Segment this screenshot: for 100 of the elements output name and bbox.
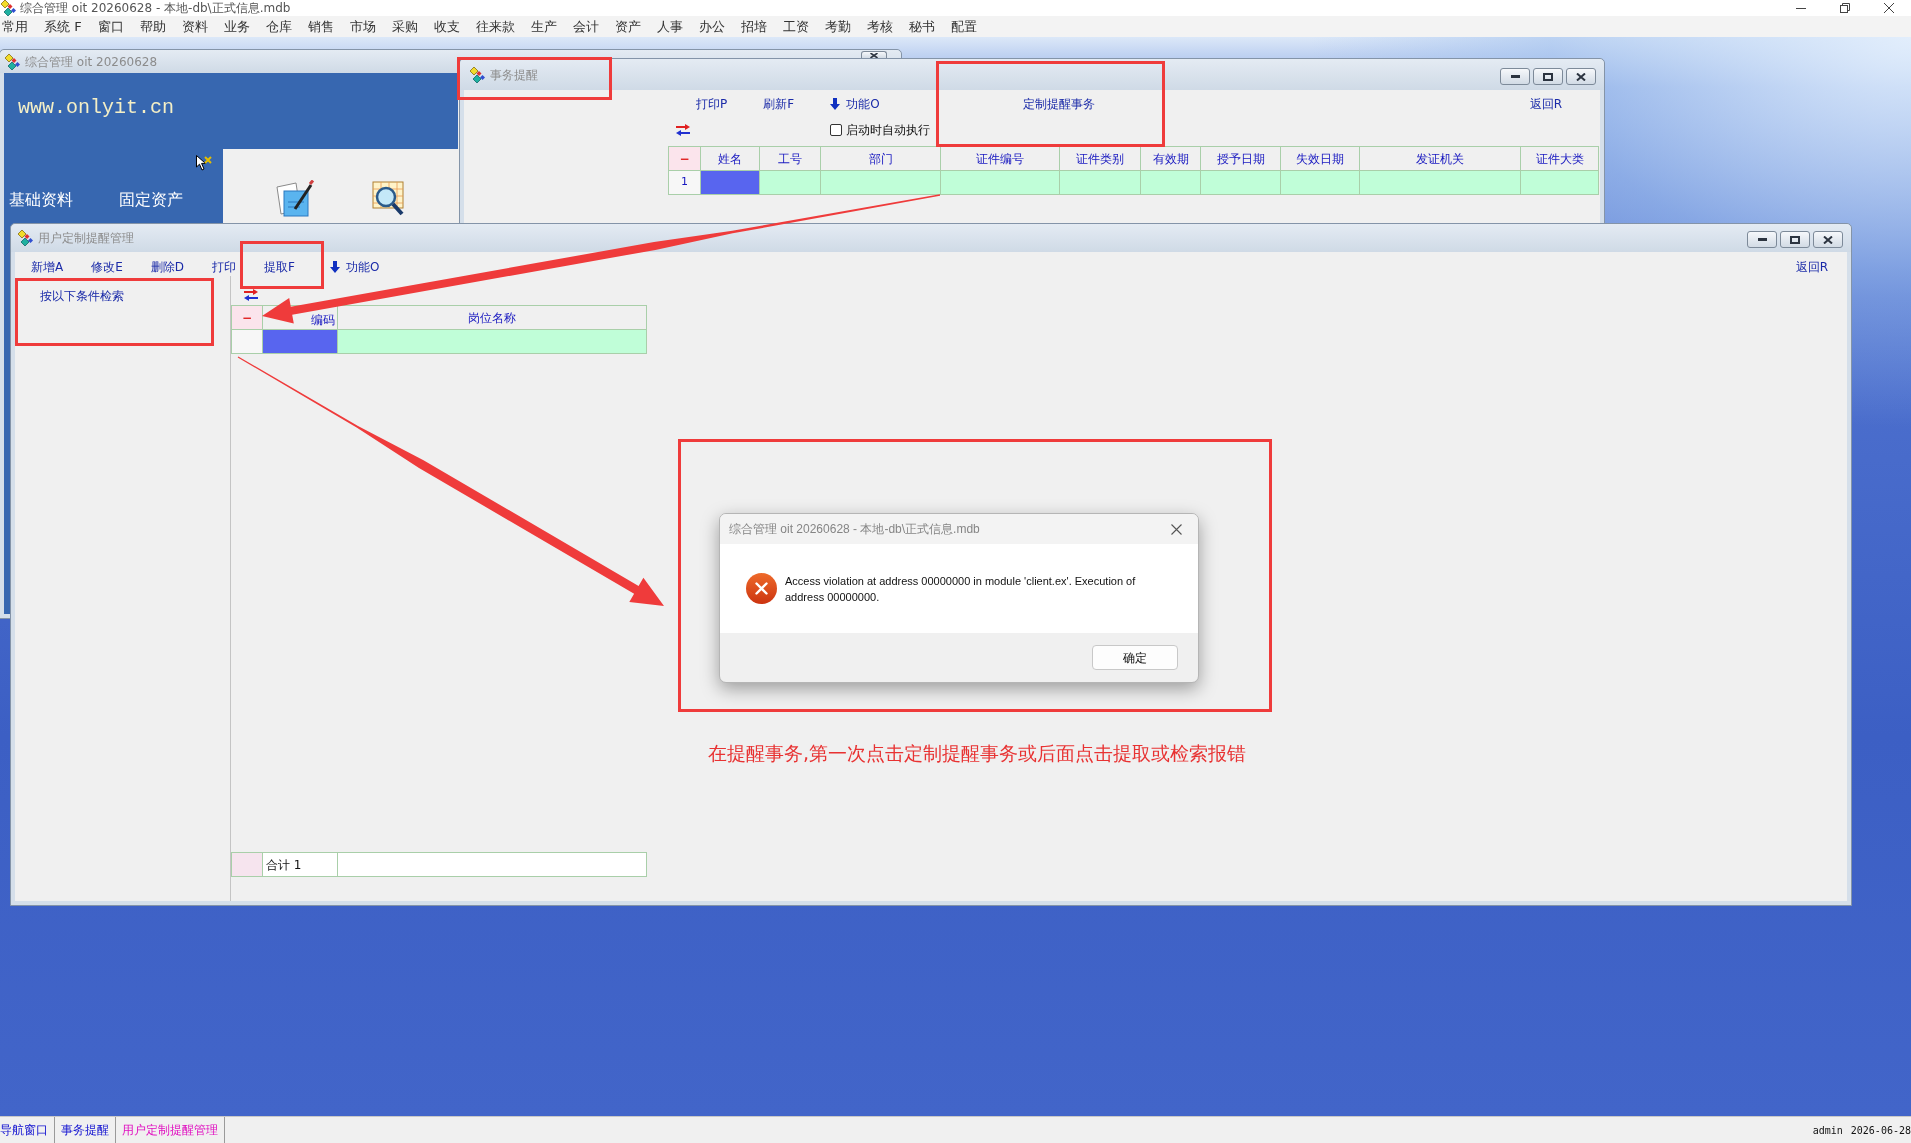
table-cell[interactable]	[338, 330, 647, 354]
menu-item[interactable]: 资产	[606, 16, 649, 37]
menu-item[interactable]: 配置	[942, 16, 985, 37]
menu-item[interactable]: 资料	[173, 16, 216, 37]
menu-item[interactable]: 常用	[0, 16, 36, 37]
swap-arrows-icon	[676, 124, 690, 136]
column-header: 证件编号	[941, 147, 1060, 171]
restore-icon	[1840, 3, 1850, 13]
summary-cell: 合计 1	[263, 853, 338, 877]
close-icon	[1170, 523, 1182, 535]
user-name: admin	[1812, 1123, 1843, 1138]
window-tab[interactable]: 事务提醒	[61, 1117, 116, 1143]
dialog-title: 综合管理 oit 20260628 - 本地-db\正式信息.mdb	[729, 521, 980, 538]
toolbar-button[interactable]: 功能O	[827, 94, 883, 114]
menu-item[interactable]: 人事	[648, 16, 691, 37]
menu-item[interactable]: 系统 F	[36, 16, 90, 37]
menu-item[interactable]: 往来款	[467, 16, 523, 37]
down-arrow-icon	[329, 261, 340, 273]
error-message: Access violation at address 00000000 in module 'client.ex'. Execution of address 00000000.	[785, 574, 1137, 605]
toolbar-button[interactable]: 定制提醒事务	[1019, 94, 1098, 114]
minimize-icon	[1757, 238, 1767, 241]
column-header: 岗位名称	[338, 306, 647, 330]
toolbar-button[interactable]: 返回R	[1792, 258, 1831, 276]
toolbar-button[interactable]: 删除D	[147, 258, 188, 276]
corner-marker: −	[669, 147, 701, 171]
column-header: 姓名	[701, 147, 760, 171]
menu-item[interactable]: 窗口	[89, 16, 132, 37]
toolbar-button[interactable]: 功能O	[326, 258, 383, 276]
minimize-icon	[1796, 7, 1806, 9]
close-icon	[1823, 235, 1833, 244]
table-cell[interactable]	[263, 330, 338, 354]
menu-item[interactable]: 帮助	[131, 16, 174, 37]
close-button[interactable]	[1566, 68, 1596, 85]
maximize-button[interactable]	[1533, 68, 1563, 85]
column-header: 证件类别	[1060, 147, 1141, 171]
module-tab[interactable]: 基础资料	[9, 190, 73, 210]
table-cell[interactable]	[701, 171, 760, 195]
menu-item[interactable]: 考核	[858, 16, 901, 37]
menu-item[interactable]: 销售	[299, 16, 342, 37]
maximize-icon	[1543, 72, 1553, 81]
menu-item[interactable]: 招培	[732, 16, 775, 37]
menu-item[interactable]: 会计	[564, 16, 607, 37]
corner-marker: −	[232, 306, 263, 330]
table-cell[interactable]	[1281, 171, 1360, 195]
toolbar-button[interactable]: 打印P	[693, 94, 731, 114]
menu-item[interactable]: 收支	[425, 16, 468, 37]
menu-item[interactable]: 考勤	[816, 16, 859, 37]
toolbar-button[interactable]: 打印	[209, 258, 240, 276]
window-title: 综合管理 oit 20260628	[25, 53, 158, 71]
table-cell[interactable]	[1521, 171, 1599, 195]
menu-item[interactable]: 业务	[215, 16, 258, 37]
table-cell[interactable]	[1060, 171, 1141, 195]
module-tab[interactable]: 固定资产	[119, 190, 183, 210]
close-button[interactable]	[1813, 231, 1843, 248]
table-cell[interactable]	[821, 171, 941, 195]
diamonds-icon	[1, 0, 16, 16]
table-cell[interactable]	[1141, 171, 1201, 195]
column-header: 证件大类	[1521, 147, 1599, 171]
maximize-button[interactable]	[1780, 231, 1810, 248]
toolbar-button[interactable]: 返回R	[1526, 94, 1565, 114]
window-title: 用户定制提醒管理	[38, 230, 134, 247]
window-tab[interactable]: 导航窗口	[0, 1117, 55, 1143]
menu-item[interactable]: 仓库	[257, 16, 300, 37]
column-header: 发证机关	[1360, 147, 1521, 171]
menu-item[interactable]: 市场	[341, 16, 384, 37]
minimize-button[interactable]	[1747, 231, 1777, 248]
column-header: 部门	[821, 147, 941, 171]
close-icon	[1576, 72, 1586, 81]
table-cell[interactable]	[941, 171, 1060, 195]
menu-item[interactable]: 秘书	[900, 16, 943, 37]
menu-item[interactable]: 工资	[774, 16, 817, 37]
column-header: 工号	[760, 147, 821, 171]
menu-item[interactable]: 采购	[383, 16, 426, 37]
diamonds-icon	[470, 66, 485, 83]
table-cell[interactable]	[1360, 171, 1521, 195]
minimize-icon	[1510, 75, 1520, 78]
toolbar-button[interactable]: 提取F	[261, 258, 298, 276]
toolbar-button[interactable]: 新增A	[28, 258, 67, 276]
window-tab[interactable]: 用户定制提醒管理	[122, 1117, 225, 1143]
date-label: 2026-06-28	[1850, 1123, 1911, 1138]
window-title: 综合管理 oit 20260628 - 本地-db\正式信息.mdb	[20, 0, 291, 16]
search-panel-title: 按以下条件检索	[40, 288, 125, 305]
document-pen-icon	[276, 180, 316, 218]
checkbox[interactable]	[830, 124, 842, 136]
menu-item[interactable]: 生产	[522, 16, 565, 37]
error-icon	[746, 573, 777, 604]
diamonds-icon	[18, 230, 33, 246]
website-label: www.onlyit.cn	[17, 95, 176, 121]
close-icon	[1884, 3, 1894, 13]
checkbox-label: 启动时自动执行	[846, 122, 930, 139]
toolbar-button[interactable]: 修改E	[88, 258, 126, 276]
menu-item[interactable]: 办公	[690, 16, 733, 37]
table-cell[interactable]	[1201, 171, 1281, 195]
close-icon	[870, 53, 878, 58]
table-cell[interactable]	[760, 171, 821, 195]
swap-arrows-icon	[244, 289, 258, 301]
minimize-button[interactable]	[1500, 68, 1530, 85]
ok-button[interactable]: 确定	[1092, 645, 1178, 670]
row-number: 1	[669, 171, 701, 195]
toolbar-button[interactable]: 刷新F	[760, 94, 798, 114]
